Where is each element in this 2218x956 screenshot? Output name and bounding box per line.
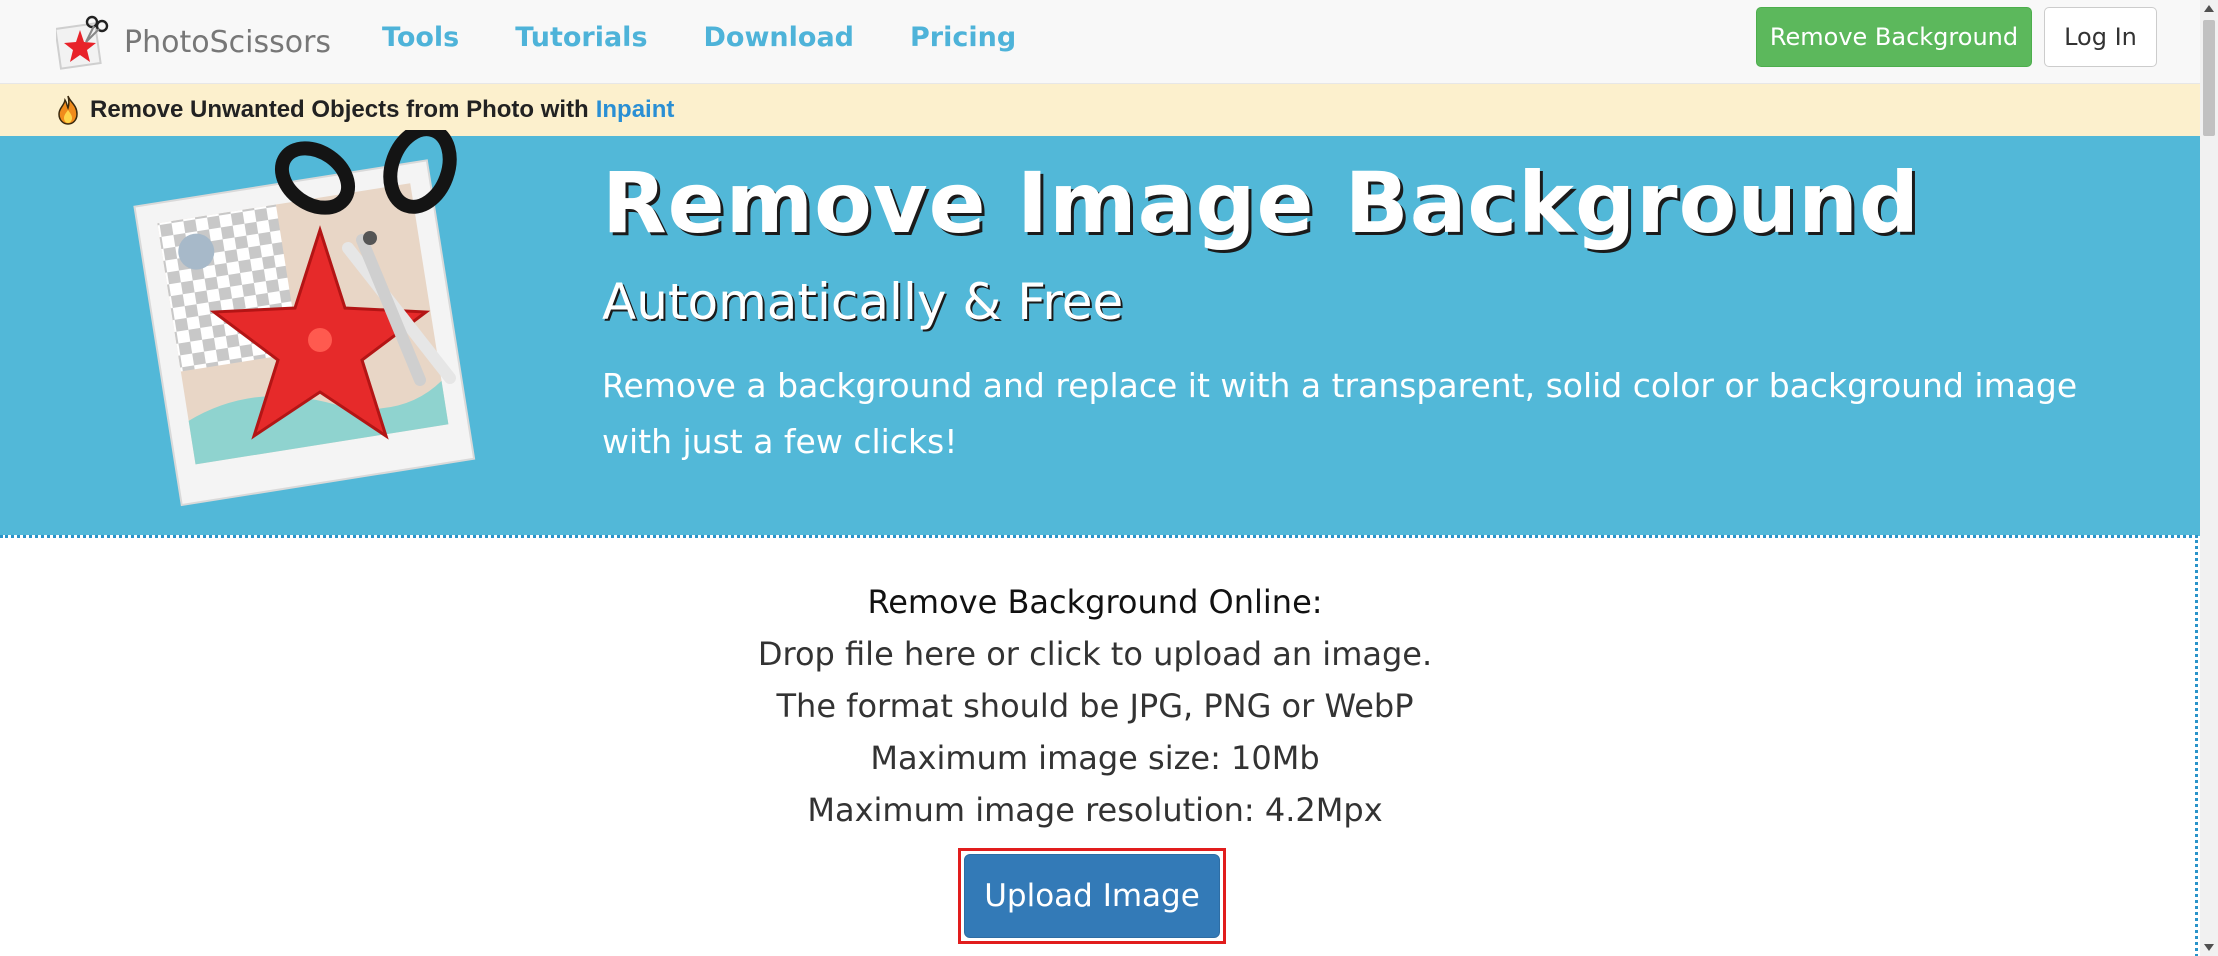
login-button[interactable]: Log In [2044, 7, 2157, 67]
inpaint-link[interactable]: Inpaint [596, 96, 675, 124]
hero-section: Remove Image Background Automatically & … [0, 130, 2200, 536]
brand-name: PhotoScissors [124, 24, 332, 60]
nav-link-tutorials[interactable]: Tutorials [515, 22, 647, 53]
upload-line-format: The format should be JPG, PNG or WebP [776, 687, 1414, 725]
navbar: PhotoScissors Tools Tutorials Download P… [0, 0, 2200, 84]
scroll-up-arrow-icon[interactable] [2200, 0, 2218, 18]
photoscissors-logo-icon [56, 15, 109, 70]
scroll-down-arrow-icon[interactable] [2200, 938, 2218, 956]
hero-description: Remove a background and replace it with … [602, 358, 2122, 470]
brand-link[interactable]: PhotoScissors [56, 6, 331, 78]
fire-icon [58, 95, 78, 125]
promo-banner: Remove Unwanted Objects from Photo with … [0, 84, 2200, 136]
hero-description-line-2: with just a few clicks! [602, 422, 958, 461]
upload-line-resolution: Maximum image resolution: 4.2Mpx [807, 791, 1383, 829]
upload-line-drop: Drop file here or click to upload an ima… [757, 635, 1433, 673]
hero-subtitle: Automatically & Free [602, 273, 1124, 331]
upload-instructions: Remove Background Online: Drop file here… [0, 576, 2190, 836]
nav-link-tools[interactable]: Tools [382, 22, 459, 53]
hero-title: Remove Image Background [602, 154, 1921, 252]
scrollbar-thumb[interactable] [2203, 20, 2215, 136]
upload-image-button[interactable]: Upload Image [964, 854, 1220, 938]
promo-text: Remove Unwanted Objects from Photo with [90, 96, 589, 123]
upload-line-size: Maximum image size: 10Mb [870, 739, 1320, 777]
upload-button-highlight: Upload Image [958, 848, 1226, 944]
nav-link-download[interactable]: Download [704, 22, 854, 53]
upload-heading: Remove Background Online: [867, 583, 1323, 621]
upload-dropzone[interactable]: Remove Background Online: Drop file here… [0, 535, 2198, 956]
vertical-scrollbar[interactable] [2200, 0, 2218, 956]
remove-background-button[interactable]: Remove Background [1756, 7, 2032, 67]
nav-links: Tools Tutorials Download Pricing [382, 0, 1072, 74]
starfish-scissors-icon [133, 130, 476, 507]
nav-link-pricing[interactable]: Pricing [910, 22, 1016, 53]
page: PhotoScissors Tools Tutorials Download P… [0, 0, 2218, 956]
hero-description-line-1: Remove a background and replace it with … [602, 366, 2078, 405]
